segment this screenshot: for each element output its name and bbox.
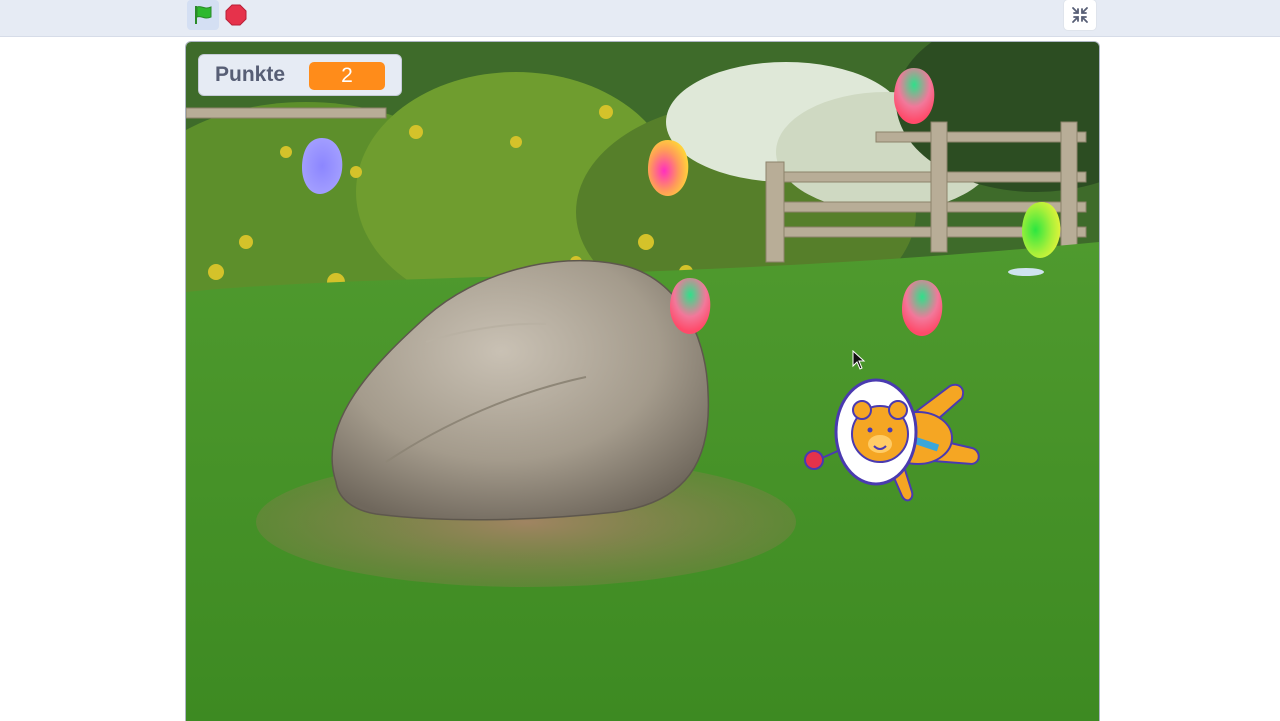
balloon-sprite-purple[interactable] [298,136,346,196]
unfullscreen-button[interactable] [1064,0,1096,30]
balloon-sprite-top-right[interactable] [892,66,938,126]
mouse-cursor-icon [852,350,866,370]
stage-header-bar [0,0,1280,37]
stop-sign-icon [225,4,247,26]
space-bear-sprite[interactable] [800,376,990,508]
balloon-sprite-middle[interactable] [668,276,714,336]
score-monitor[interactable]: Punkte 2 [198,54,402,96]
balloon-sprite-yellow-pink[interactable] [646,138,692,198]
green-flag-button[interactable] [187,0,219,30]
balloon-sprite-green[interactable] [1020,200,1064,260]
stop-button[interactable] [222,0,250,30]
score-value: 2 [309,62,385,90]
stage[interactable]: Punkte 2 [185,41,1100,721]
score-label: Punkte [215,63,286,86]
collapse-icon [1072,7,1088,23]
green-flag-icon [195,6,212,24]
balloon-sprite-right[interactable] [900,278,946,338]
